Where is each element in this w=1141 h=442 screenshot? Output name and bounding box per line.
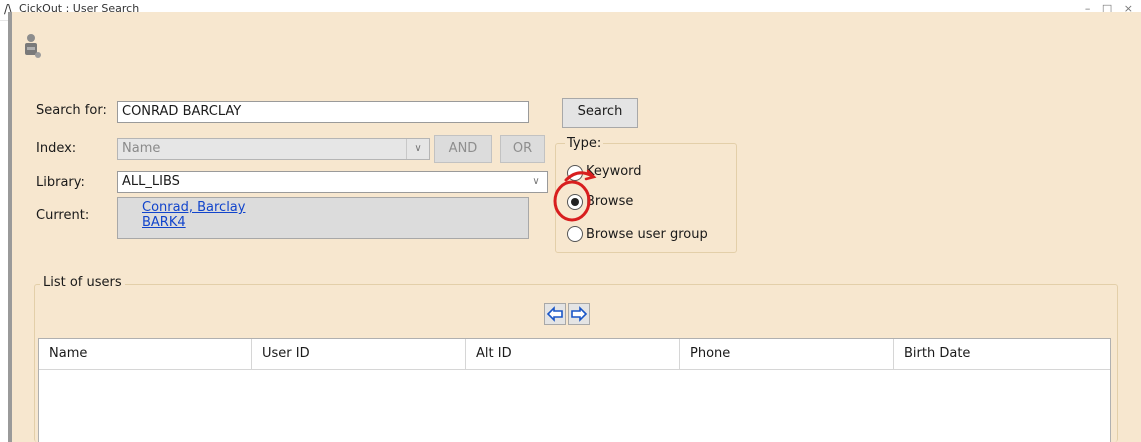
column-header-alt-id[interactable]: Alt ID (466, 339, 680, 369)
current-user-id-link[interactable]: BARK4 (142, 215, 528, 230)
browse-user-group-radio[interactable] (567, 226, 583, 242)
index-select[interactable]: Name ∨ (117, 138, 430, 160)
column-header-birth-date[interactable]: Birth Date (894, 339, 1110, 369)
column-header-phone[interactable]: Phone (680, 339, 894, 369)
chevron-down-icon: ∨ (406, 139, 429, 159)
arrow-left-icon (546, 306, 563, 322)
or-button[interactable]: OR (500, 135, 545, 163)
search-for-label: Search for: (36, 103, 107, 118)
library-label: Library: (36, 175, 85, 190)
keyword-radio[interactable] (567, 165, 583, 181)
column-header-user-id[interactable]: User ID (252, 339, 466, 369)
keyword-radio-label[interactable]: Keyword (586, 164, 642, 179)
column-header-name[interactable]: Name (39, 339, 252, 369)
users-table[interactable]: Name User ID Alt ID Phone Birth Date (38, 338, 1111, 442)
current-label: Current: (36, 208, 90, 223)
current-user-box: Conrad, Barclay BARK4 (117, 197, 529, 239)
table-header: Name User ID Alt ID Phone Birth Date (39, 339, 1110, 370)
index-label: Index: (36, 141, 77, 156)
next-page-button[interactable] (568, 303, 590, 325)
chevron-down-icon: ∨ (532, 176, 540, 187)
list-of-users-label: List of users (40, 275, 125, 290)
and-button[interactable]: AND (434, 135, 492, 163)
index-select-value: Name (122, 141, 161, 156)
library-select-value: ALL_LIBS (122, 174, 180, 189)
search-input[interactable]: CONRAD BARCLAY (117, 101, 529, 123)
type-label: Type: (565, 136, 604, 151)
user-icon (21, 33, 43, 59)
current-user-name-link[interactable]: Conrad, Barclay (142, 200, 528, 215)
browse-radio[interactable] (567, 194, 583, 210)
arrow-right-icon (571, 306, 588, 322)
previous-page-button[interactable] (544, 303, 566, 325)
browse-user-group-radio-label[interactable]: Browse user group (586, 227, 708, 242)
browse-radio-label[interactable]: Browse (586, 194, 633, 209)
search-button[interactable]: Search (562, 98, 638, 128)
library-select[interactable]: ALL_LIBS ∨ (117, 171, 548, 193)
